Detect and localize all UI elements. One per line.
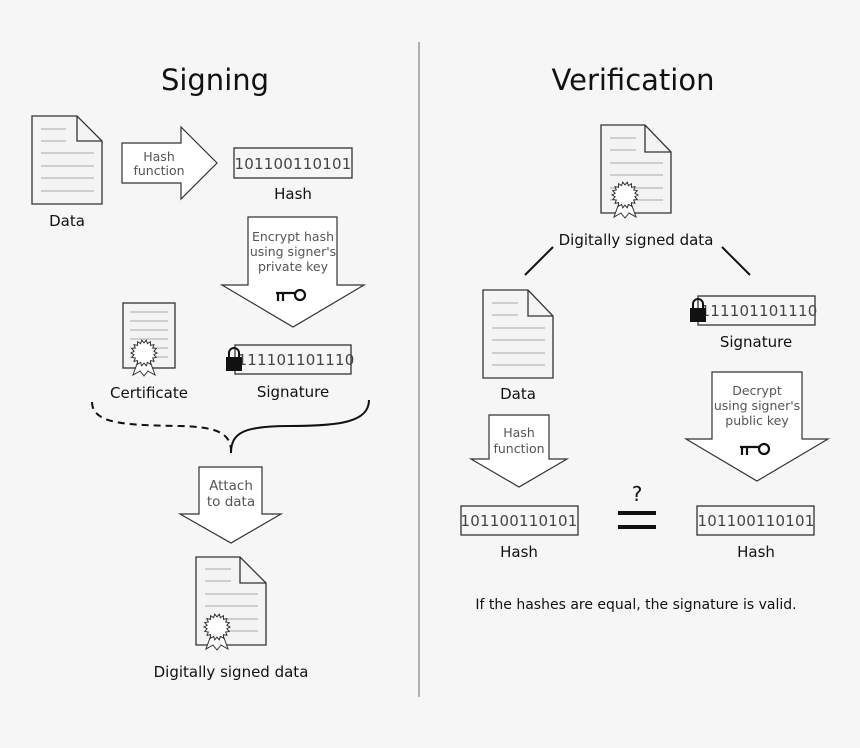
- left-hash-label: Hash: [500, 543, 538, 561]
- certificate-label: Certificate: [110, 384, 188, 402]
- verify-hash-arrow-label-2: function: [493, 441, 544, 456]
- diagram-canvas: Signing Verification Data Hash function …: [31, 42, 831, 697]
- seal-icon: [129, 339, 159, 377]
- document-icon: [31, 115, 103, 205]
- signed-data-label: Digitally signed data: [154, 663, 309, 681]
- lock-icon: [226, 347, 242, 371]
- verify-signature-value: 111101101110: [701, 302, 818, 320]
- verify-data-label: Data: [500, 385, 536, 403]
- signature-label: Signature: [257, 383, 329, 401]
- split-line-right: [721, 246, 751, 276]
- document-icon: [600, 124, 672, 219]
- certificate-icon: [122, 302, 176, 377]
- signature-brace: [230, 399, 370, 454]
- verify-hash-arrow-label-1: Hash: [503, 425, 535, 440]
- verify-signed-data-label: Digitally signed data: [559, 231, 714, 249]
- document-icon: [195, 556, 267, 651]
- data-label: Data: [49, 212, 85, 230]
- document-icon: [482, 289, 554, 379]
- left-hash-value: 101100110101: [461, 512, 578, 530]
- encrypt-arrow-label-2: using signer's: [250, 244, 336, 259]
- hash-function-arrow-label-2: function: [133, 163, 184, 178]
- decrypt-arrow-label-2: using signer's: [714, 398, 800, 413]
- signature-value: 111101101110: [238, 351, 355, 369]
- hash-value: 101100110101: [235, 155, 352, 173]
- decrypt-arrow-label-3: public key: [725, 413, 789, 428]
- verify-signature-label: Signature: [720, 333, 792, 351]
- equals-icon: [618, 511, 656, 529]
- encrypt-arrow-label-1: Encrypt hash: [252, 229, 334, 244]
- right-hash-value: 101100110101: [698, 512, 815, 530]
- verification-title: Verification: [552, 63, 715, 97]
- attach-arrow-label-1: Attach: [209, 478, 253, 494]
- signing-title: Signing: [161, 63, 269, 97]
- attach-arrow-label-2: to data: [207, 494, 255, 510]
- encrypt-arrow-label-3: private key: [258, 259, 329, 274]
- seal-icon: [610, 181, 640, 219]
- hash-function-arrow-label-1: Hash: [143, 149, 175, 164]
- seal-icon: [202, 613, 232, 651]
- conclusion-text: If the hashes are equal, the signature i…: [475, 597, 796, 613]
- right-hash-label: Hash: [737, 543, 775, 561]
- compare-question-mark: ?: [632, 482, 643, 506]
- decrypt-arrow-label-1: Decrypt: [732, 383, 782, 398]
- hash-label: Hash: [274, 185, 312, 203]
- split-line-left: [524, 246, 554, 276]
- certificate-brace: [91, 401, 233, 454]
